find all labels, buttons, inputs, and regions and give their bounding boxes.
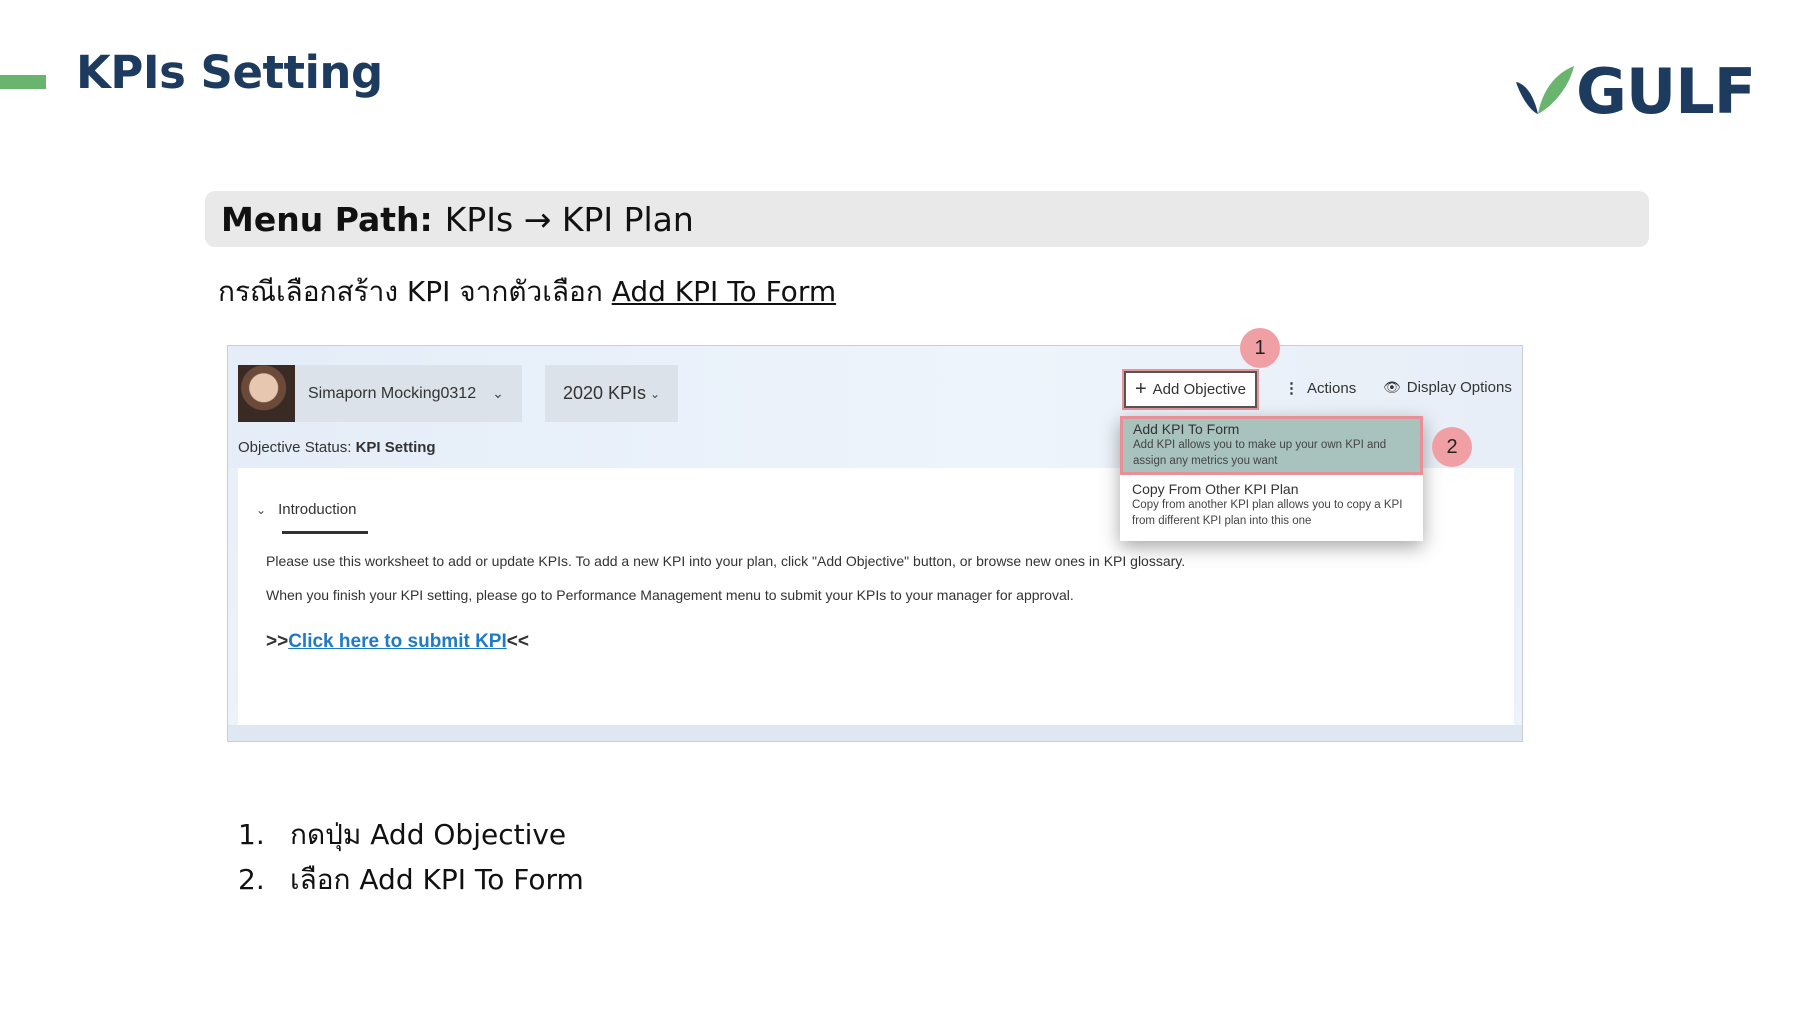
intro-paragraph-2: When you finish your KPI setting, please… — [266, 587, 1074, 603]
menu-item-add-kpi-to-form[interactable]: Add KPI To Form Add KPI allows you to ma… — [1120, 416, 1423, 475]
screenshot-footer-bg — [228, 725, 1522, 741]
menu-item-description: Copy from another KPI plan allows you to… — [1132, 499, 1403, 527]
menu-item-copy-from-other-plan[interactable]: Copy From Other KPI Plan Copy from anoth… — [1120, 479, 1423, 539]
tab-introduction-label: Introduction — [278, 501, 357, 518]
menu-item-title: Add KPI To Form — [1133, 421, 1240, 437]
menu-path-label: Menu Path: — [221, 199, 433, 239]
menu-path-value: KPIs → KPI Plan — [444, 199, 694, 239]
chevron-down-icon: ⌄ — [492, 385, 504, 401]
submit-prefix: >> — [266, 631, 289, 652]
menu-path: Menu Path: KPIs → KPI Plan — [205, 191, 1649, 247]
step-number: 1. — [238, 818, 265, 851]
instruction: กรณีเลือกสร้าง KPI จากตัวเลือก Add KPI T… — [218, 270, 836, 314]
gulf-logo: GULF — [1512, 56, 1762, 128]
page-title: KPIs Setting — [76, 46, 383, 99]
objective-status: Objective Status: KPI Setting — [238, 439, 436, 456]
submit-kpi-line: >>Click here to submit KPI<< — [266, 631, 529, 653]
steps-list: 1. กดปุ่ม Add Objective 2. เลือก Add KPI… — [238, 812, 584, 902]
display-options-label: Display Options — [1406, 379, 1512, 396]
add-objective-menu: Add KPI To Form Add KPI allows you to ma… — [1120, 416, 1423, 541]
step-badge-1: 1 — [1240, 328, 1280, 368]
intro-paragraph-1: Please use this worksheet to add or upda… — [266, 553, 1186, 569]
actions-button[interactable]: ⋮ Actions — [1284, 379, 1357, 398]
instruction-link: Add KPI To Form — [611, 275, 837, 308]
app-screenshot: Simaporn Mocking0312 ⌄ 2020 KPIs ⌄ Objec… — [227, 345, 1523, 742]
add-objective-button[interactable]: + Add Objective — [1122, 369, 1259, 410]
actions-label: Actions — [1307, 379, 1357, 397]
step-badge-2: 2 — [1432, 427, 1472, 467]
tab-introduction[interactable]: ⌄ Introduction — [256, 501, 356, 518]
accent-bar — [0, 75, 46, 89]
step-number: 2. — [238, 863, 265, 896]
chevron-down-icon: ⌄ — [256, 502, 267, 517]
instruction-text: กรณีเลือกสร้าง KPI จากตัวเลือก — [218, 275, 612, 308]
plus-icon: + — [1134, 378, 1147, 400]
add-objective-label: Add Objective — [1152, 381, 1247, 398]
display-options-button[interactable]: 👁 Display Options — [1383, 379, 1512, 396]
menu-item-description: Add KPI allows you to make up your own K… — [1133, 439, 1387, 467]
tab-underline — [282, 531, 368, 534]
user-name: Simaporn Mocking0312 — [308, 384, 477, 402]
submit-kpi-link[interactable]: Click here to submit KPI — [288, 631, 507, 652]
avatar — [238, 365, 295, 422]
objective-status-value: KPI Setting — [355, 439, 436, 456]
user-selector[interactable]: Simaporn Mocking0312 ⌄ — [238, 365, 522, 422]
logo-text: GULF — [1576, 55, 1756, 128]
chevron-down-icon: ⌄ — [650, 386, 661, 401]
plan-name: 2020 KPIs — [562, 383, 646, 403]
step-item: 2. เลือก Add KPI To Form — [238, 857, 584, 902]
leaf-icon — [1516, 66, 1574, 114]
plan-selector[interactable]: 2020 KPIs ⌄ — [545, 365, 678, 422]
step-text: เลือก Add KPI To Form — [290, 862, 584, 896]
submit-suffix: << — [506, 631, 529, 652]
step-item: 1. กดปุ่ม Add Objective — [238, 812, 584, 857]
more-vertical-icon: ⋮ — [1284, 380, 1299, 397]
menu-item-title: Copy From Other KPI Plan — [1132, 481, 1299, 497]
objective-status-label: Objective Status: — [238, 439, 356, 456]
step-text: กดปุ่ม Add Objective — [290, 817, 567, 851]
eye-icon: 👁 — [1383, 379, 1401, 395]
